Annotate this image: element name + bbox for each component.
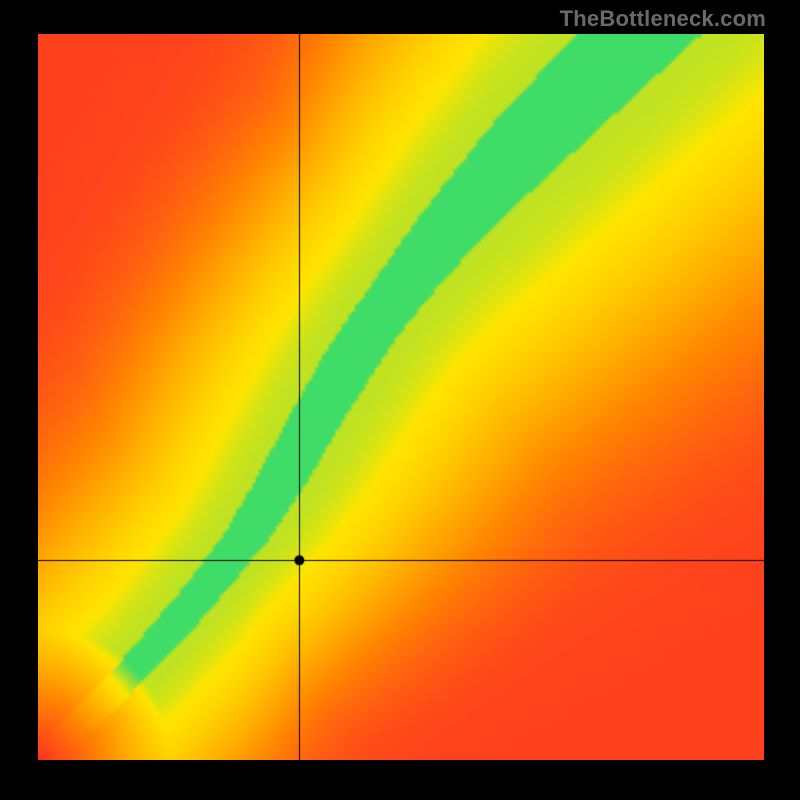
watermark-label: TheBottleneck.com	[560, 6, 766, 32]
overlay-canvas	[38, 34, 764, 760]
chart-stage: TheBottleneck.com	[0, 0, 800, 800]
